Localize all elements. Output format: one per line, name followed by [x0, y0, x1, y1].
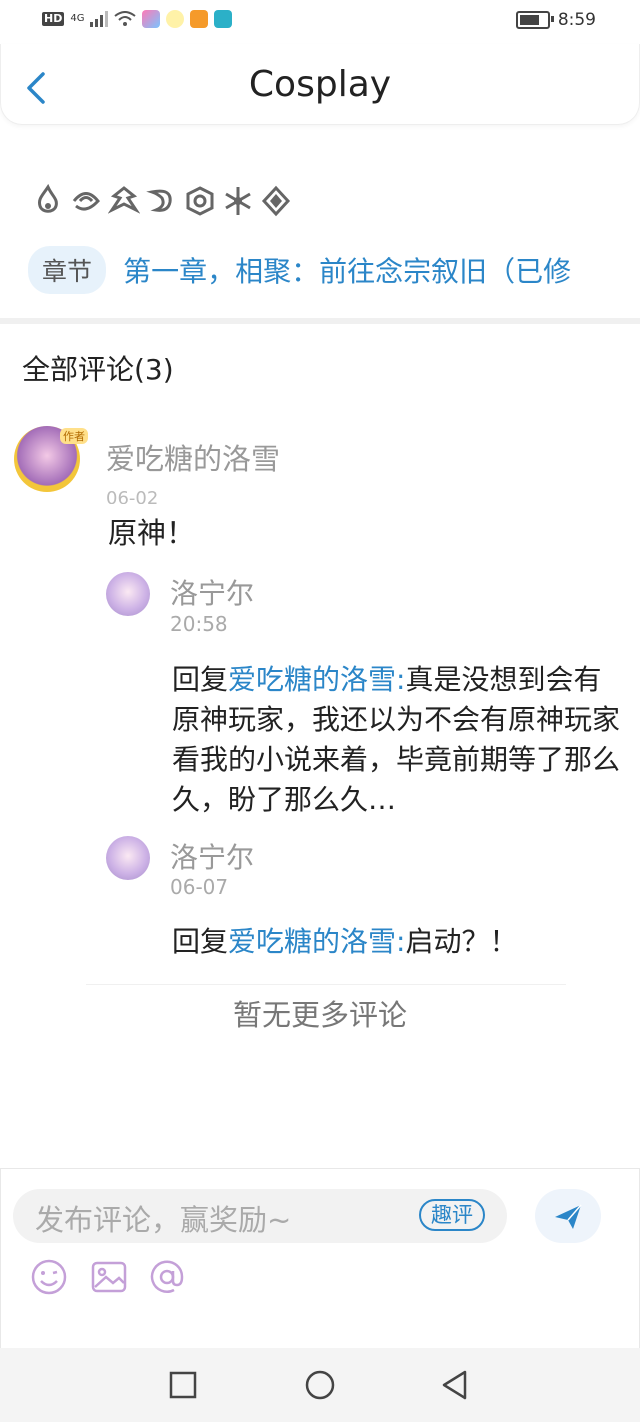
chapter-row[interactable]: 章节 第一章，相聚：前往念宗叙旧（已修: [28, 246, 640, 298]
signal-icon: [90, 11, 109, 27]
comment-placeholder: 发布评论，赢奖励~: [35, 1203, 292, 1237]
chapter-title[interactable]: 第一章，相聚：前往念宗叙旧（已修: [123, 250, 571, 290]
comment-bar: 发布评论，赢奖励~ 趣评: [0, 1168, 640, 1349]
status-bar: HD 4G 8:59: [0, 0, 640, 44]
electro-icon: [108, 186, 140, 214]
home-icon[interactable]: [303, 1368, 337, 1402]
reply-text[interactable]: 回复爱吃糖的洛雪:启动？！: [172, 922, 624, 962]
chapter-tag: 章节: [28, 246, 107, 294]
app-header: Cosplay: [0, 44, 640, 125]
video-app-icon: [190, 10, 209, 28]
reply-prefix: 回复: [172, 925, 229, 958]
wifi-icon: [114, 11, 137, 26]
reply-time: 06-07: [170, 875, 229, 899]
hydro-icon: [146, 189, 172, 212]
battery-icon: [515, 11, 554, 29]
comment-date: 06-02: [106, 488, 159, 504]
send-button[interactable]: [535, 1189, 601, 1243]
reply-username[interactable]: 洛宁尔: [170, 836, 254, 876]
reply-body: 启动？！: [405, 925, 518, 958]
reader-app-icon: [214, 10, 233, 28]
comments-heading: 全部评论(3): [22, 353, 174, 386]
mobile-signal-label: 4G: [70, 13, 85, 24]
reply-text[interactable]: 回复爱吃糖的洛雪:真是没想到会有原神玩家，我还以为不会有原神玩家看我的小说来着，…: [172, 660, 624, 820]
comment-input[interactable]: 发布评论，赢奖励~ 趣评: [13, 1189, 507, 1243]
quick-comment-button[interactable]: 趣评: [419, 1199, 485, 1231]
reply-time: 20:58: [170, 612, 228, 636]
geo-icon: [186, 186, 214, 216]
recent-apps-icon[interactable]: [166, 1368, 200, 1402]
avatar[interactable]: [106, 836, 150, 880]
image-icon[interactable]: [89, 1257, 129, 1297]
anemo-icon: [72, 192, 100, 211]
avatar[interactable]: [106, 572, 150, 616]
clock: 8:59: [557, 10, 596, 30]
no-more-comments: 暂无更多评论: [232, 998, 407, 1032]
back-nav-icon[interactable]: [438, 1368, 472, 1402]
emoji-icon[interactable]: [29, 1257, 69, 1297]
page-title: Cosplay: [248, 64, 392, 105]
pyro-icon: [38, 184, 58, 213]
reply-to-link[interactable]: 爱吃糖的洛雪:: [228, 925, 405, 958]
reply-to-link[interactable]: 爱吃糖的洛雪:: [228, 663, 405, 696]
hd-indicator: HD: [42, 12, 65, 26]
mention-icon[interactable]: [147, 1257, 187, 1297]
bee-app-icon: [166, 10, 185, 28]
system-nav-bar: [0, 1348, 640, 1422]
reply-prefix: 回复: [172, 663, 229, 696]
reply-username[interactable]: 洛宁尔: [170, 572, 254, 612]
comment-text[interactable]: 原神！: [108, 510, 195, 552]
comment-username[interactable]: 爱吃糖的洛雪: [106, 436, 280, 478]
author-badge: 作者: [60, 428, 88, 444]
element-badges: [32, 184, 292, 218]
divider: [86, 984, 566, 985]
cryo-icon: [225, 187, 251, 215]
app-notification-icon: [142, 10, 161, 28]
send-icon: [555, 1204, 582, 1229]
dendro-icon: [261, 185, 291, 217]
section-divider: [0, 318, 640, 324]
